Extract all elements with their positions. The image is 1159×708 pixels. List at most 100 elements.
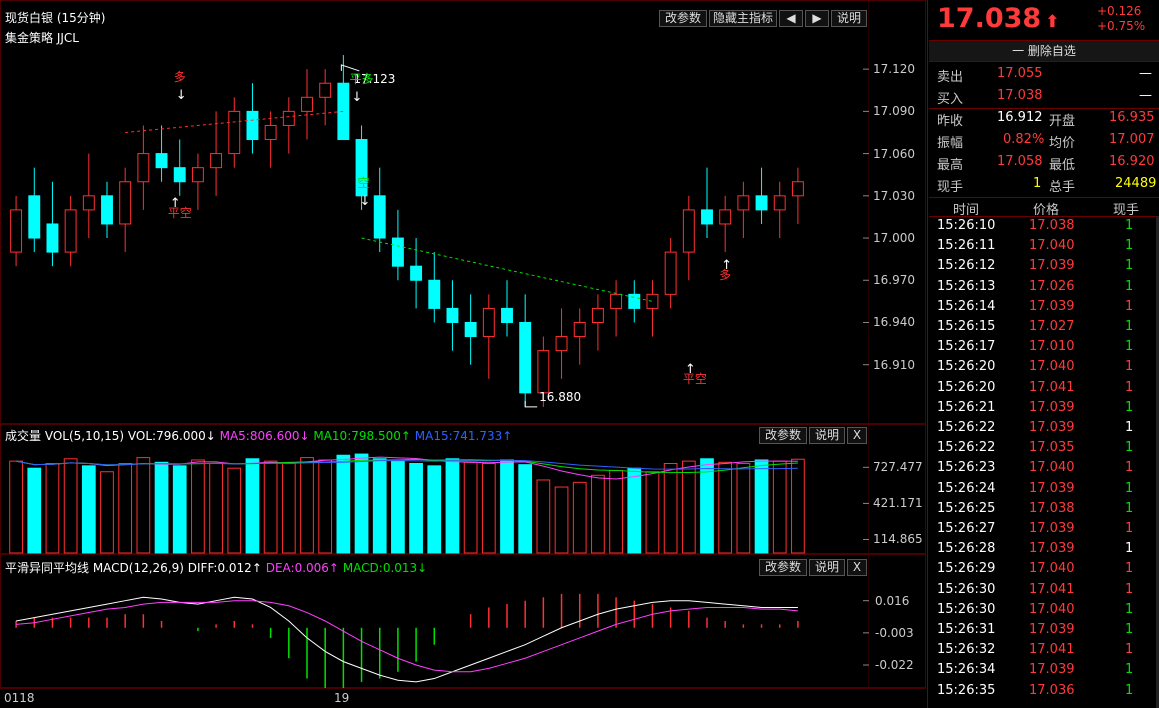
macd-chart-canvas[interactable] xyxy=(1,555,869,689)
tick-row[interactable]: 15:26:29 17.040 1 xyxy=(929,559,1159,579)
tick-row[interactable]: 15:26:27 17.039 1 xyxy=(929,519,1159,539)
tick-time: 15:26:22 xyxy=(937,420,996,435)
candle-body xyxy=(173,167,186,183)
main-chart-panel[interactable]: 现货白银 (15分钟) 集金策略 JJCL 改参数 隐藏主指标 ◀ ▶ 说明 1… xyxy=(0,0,926,425)
tick-row[interactable]: 15:26:10 17.038 1 xyxy=(929,216,1159,236)
tick-time: 15:26:13 xyxy=(937,278,996,294)
tick-time: 15:26:20 xyxy=(937,359,996,375)
tick-hand: 1 xyxy=(1125,238,1134,254)
last-price-value: 17.038 xyxy=(937,3,1042,34)
candle-body xyxy=(464,321,477,338)
volume-bar xyxy=(354,453,369,554)
candle-body xyxy=(10,209,23,253)
volume-bar xyxy=(645,471,660,554)
tick-time: 15:26:14 xyxy=(937,298,996,314)
tick-hand: 1 xyxy=(1125,319,1134,334)
tick-row[interactable]: 15:26:28 17.039 1 xyxy=(929,539,1159,559)
macd-panel[interactable]: 平滑异同平均线 MACD(12,26,9) DIFF:0.012↑ DEA:0.… xyxy=(0,554,926,689)
tick-row[interactable]: 15:26:15 17.027 1 xyxy=(929,317,1159,337)
tick-row[interactable]: 15:26:11 17.040 1 xyxy=(929,236,1159,256)
candle-body xyxy=(482,307,495,338)
candle-body xyxy=(428,279,441,309)
tick-hand: 1 xyxy=(1125,298,1134,314)
amplitude-value: 0.82% xyxy=(1003,132,1045,147)
candle-body xyxy=(319,82,332,98)
candle-body xyxy=(664,251,677,295)
tick-row[interactable]: 15:26:34 17.039 1 xyxy=(929,660,1159,680)
volume-bar xyxy=(391,460,405,554)
tick-hand: 1 xyxy=(1125,682,1134,698)
candle-body xyxy=(701,209,713,225)
tick-time: 15:26:29 xyxy=(937,561,996,577)
candle-body xyxy=(101,195,113,225)
volume-bar xyxy=(500,459,514,554)
volume-bar xyxy=(9,460,23,554)
tick-hand: 1 xyxy=(1125,480,1134,496)
tick-row[interactable]: 15:26:35 17.036 1 xyxy=(929,681,1159,701)
total-hand-value: 24489 xyxy=(1115,176,1157,191)
signal-cover-short-2-arrow: ↑ xyxy=(685,362,696,377)
tick-row[interactable]: 15:26:30 17.041 1 xyxy=(929,580,1159,600)
tick-price: 17.041 xyxy=(1029,642,1075,658)
tick-price: 17.039 xyxy=(1029,258,1075,274)
tick-row[interactable]: 15:26:12 17.039 1 xyxy=(929,256,1159,276)
tick-hand: 1 xyxy=(1125,601,1134,617)
candle-body xyxy=(555,336,568,352)
volume-axis-label: 114.865 xyxy=(873,532,923,547)
low-marker xyxy=(524,400,538,408)
tick-row[interactable]: 15:26:22 17.035 1 xyxy=(929,438,1159,458)
volume-chart-canvas[interactable] xyxy=(1,425,869,555)
candle-body xyxy=(610,293,623,309)
candle-body xyxy=(755,195,768,211)
tick-hand: 1 xyxy=(1125,500,1134,516)
signal-cover-long: 平多 xyxy=(350,72,374,86)
tick-price: 17.035 xyxy=(1029,440,1075,456)
tick-hand: 1 xyxy=(1125,581,1134,597)
candle-body xyxy=(210,153,223,169)
delete-watchlist-button[interactable]: 一 删除自选 xyxy=(929,40,1159,62)
candle-body xyxy=(228,110,241,155)
amplitude-row: 振幅 0.82% 均价 17.007 xyxy=(929,132,1159,154)
tick-row[interactable]: 15:26:25 17.038 1 xyxy=(929,499,1159,519)
high-low-row: 最高 17.058 最低 16.920 xyxy=(929,154,1159,176)
price-axis-label: 17.030 xyxy=(873,188,915,203)
tick-price: 17.040 xyxy=(1029,561,1075,577)
tick-row[interactable]: 15:26:31 17.039 1 xyxy=(929,620,1159,640)
candle-body xyxy=(519,321,532,394)
volume-bar xyxy=(536,479,551,554)
candle-body xyxy=(46,223,59,253)
volume-bar xyxy=(191,459,205,554)
tick-row[interactable]: 15:26:20 17.041 1 xyxy=(929,378,1159,398)
volume-bar xyxy=(609,470,623,554)
tick-row[interactable]: 15:26:20 17.040 1 xyxy=(929,357,1159,377)
buy-label: 买入 xyxy=(937,92,964,107)
tick-price: 17.039 xyxy=(1029,399,1075,415)
tick-row[interactable]: 15:26:24 17.039 1 xyxy=(929,479,1159,499)
volume-bar xyxy=(154,461,169,554)
tick-time: 15:26:22 xyxy=(937,440,996,456)
volume-bar xyxy=(172,465,187,554)
app-root: 现货白银 (15分钟) 集金策略 JJCL 改参数 隐藏主指标 ◀ ▶ 说明 1… xyxy=(0,0,1159,708)
tick-hand: 1 xyxy=(1125,258,1134,274)
volume-bar xyxy=(791,458,805,554)
tick-row[interactable]: 15:26:22 17.039 1 xyxy=(929,418,1159,438)
tick-row[interactable]: 15:26:30 17.040 1 xyxy=(929,600,1159,620)
volume-bar xyxy=(754,459,769,554)
tick-row[interactable]: 15:26:14 17.039 1 xyxy=(929,297,1159,317)
candle-body xyxy=(628,293,641,309)
tick-row[interactable]: 15:26:21 17.039 1 xyxy=(929,398,1159,418)
low-label: 16.880 xyxy=(539,390,581,404)
tick-list[interactable]: 15:26:10 17.038 1 15:26:11 17.040 1 15:26:12 17… xyxy=(929,216,1159,708)
tick-row[interactable]: 15:26:32 17.041 1 xyxy=(929,640,1159,660)
tick-row[interactable]: 15:26:17 17.010 1 xyxy=(929,337,1159,357)
tick-row[interactable]: 15:26:23 17.040 1 xyxy=(929,458,1159,478)
tick-price: 17.039 xyxy=(1029,662,1075,678)
volume-axis-label: 727.477 xyxy=(873,460,923,475)
candle-body xyxy=(391,237,404,267)
volume-bar xyxy=(518,464,533,554)
candle-body xyxy=(573,321,586,338)
tick-row[interactable]: 15:26:13 17.026 1 xyxy=(929,277,1159,297)
tick-price: 17.039 xyxy=(1029,541,1075,557)
volume-panel[interactable]: 成交量 VOL(5,10,15) VOL:796.000↓ MA5:806.60… xyxy=(0,424,926,555)
price-chart-canvas[interactable]: 17.12316.880多↓平空↑平多↓空↓多↑平空↑ xyxy=(1,1,869,425)
